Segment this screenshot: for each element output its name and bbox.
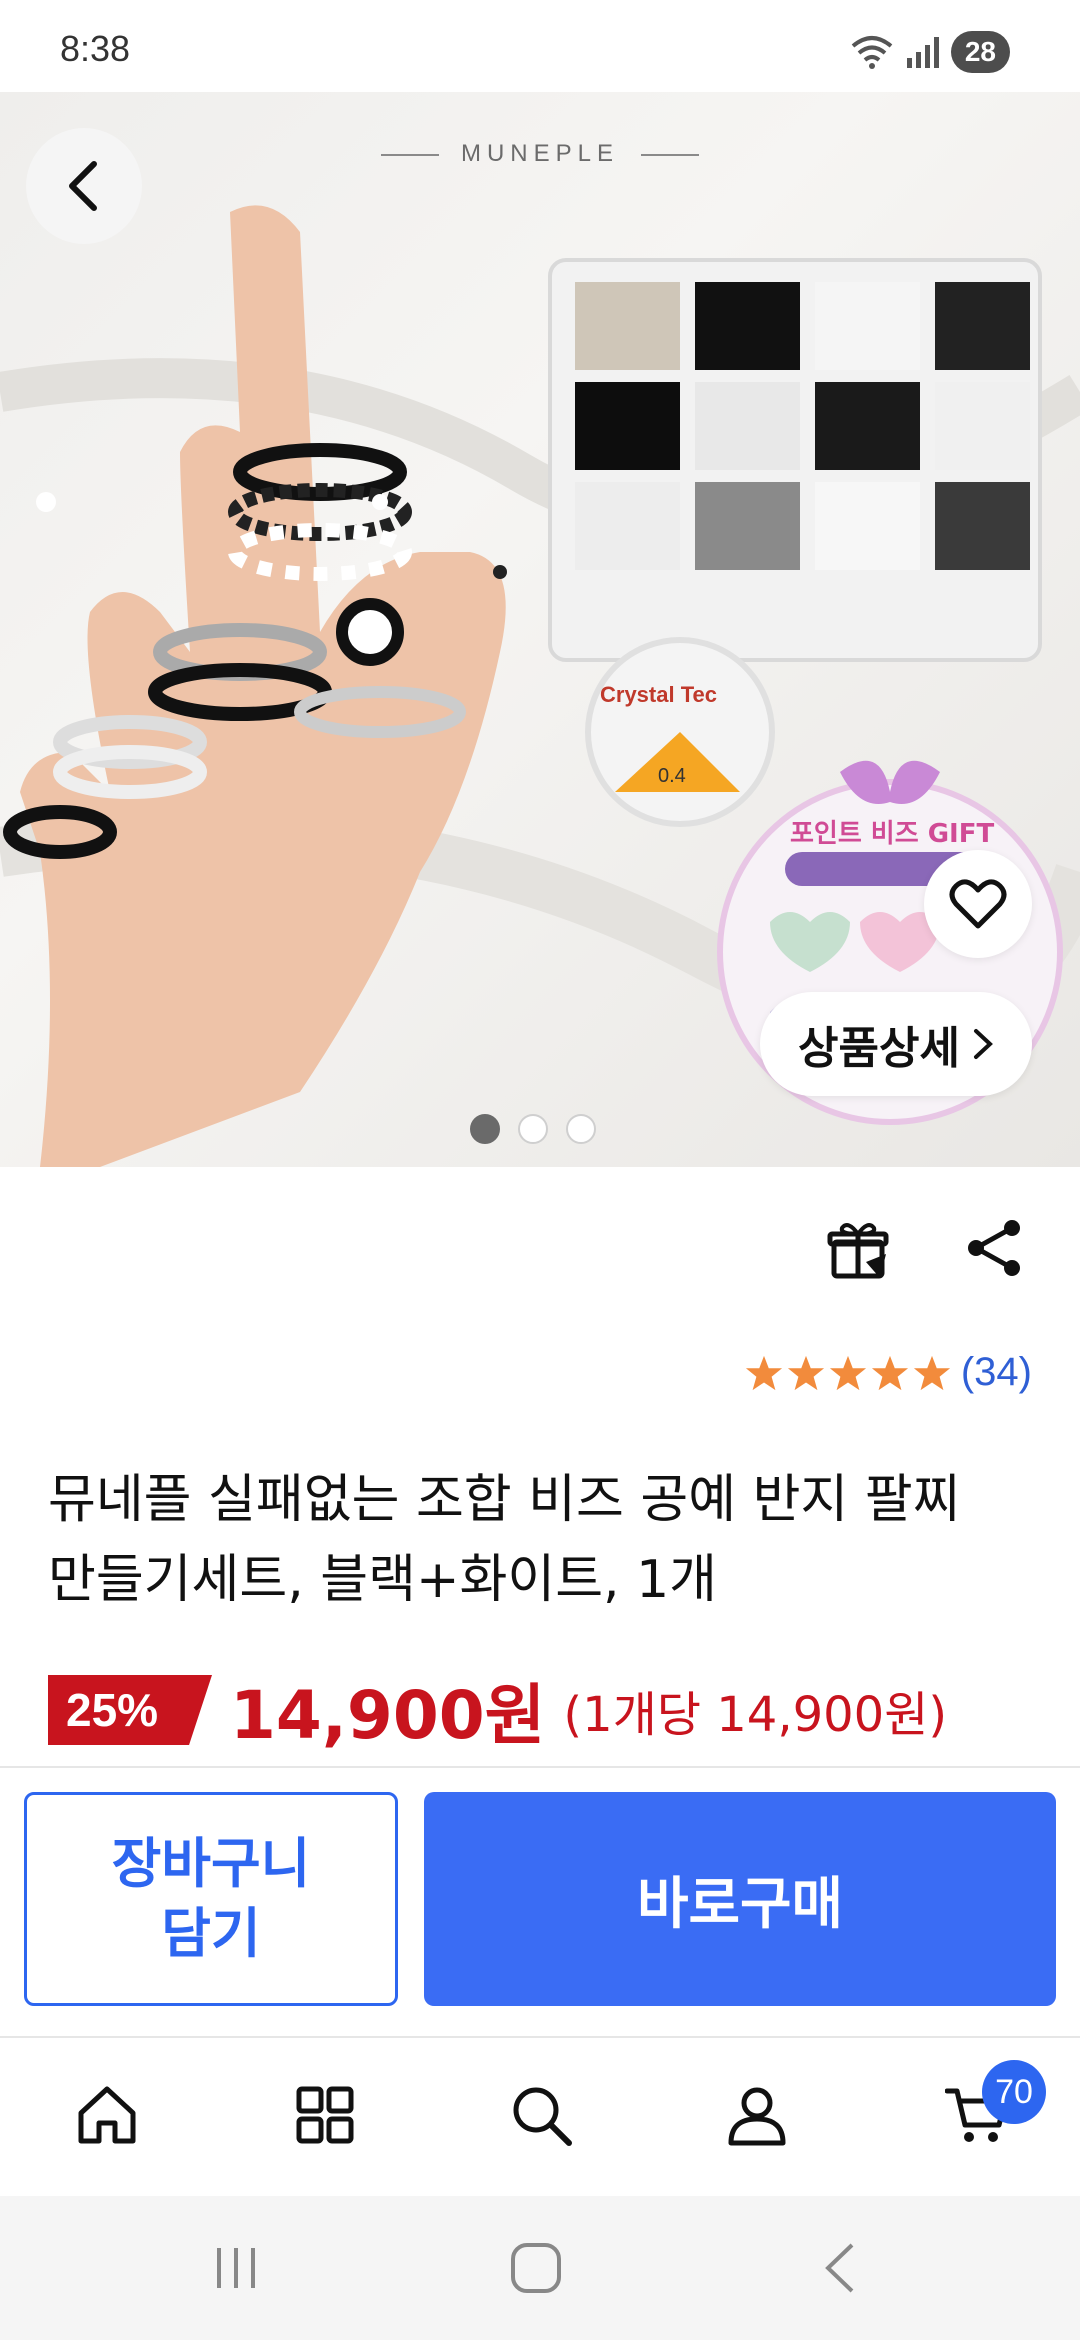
star-icon <box>871 1355 908 1390</box>
product-title-line: 만들기세트, 블랙+화이트, 1개 <box>48 1550 718 1610</box>
carousel-dot[interactable] <box>470 1114 500 1144</box>
signal-icon <box>906 37 939 68</box>
buy-now-button[interactable]: 바로구매 <box>424 1792 1056 2006</box>
status-icons: 28 <box>849 30 1010 74</box>
sale-price: 14,900원 <box>230 1677 546 1754</box>
nav-home[interactable] <box>62 2070 152 2160</box>
svg-text:Crystal Tec: Crystal Tec <box>600 682 717 707</box>
brand-watermark: MUNEPLE <box>0 140 1080 168</box>
product-title-line: 뮤네플 실패없는 조합 비즈 공예 반지 팔찌 <box>48 1470 961 1530</box>
nav-search[interactable] <box>496 2070 586 2160</box>
status-time: 8:38 <box>60 28 131 69</box>
nav-category[interactable] <box>280 2070 370 2160</box>
back-button[interactable] <box>26 128 142 244</box>
product-detail-button[interactable]: 상품상세 <box>760 992 1032 1096</box>
gift-icon[interactable] <box>826 1218 890 1282</box>
home-system-icon <box>511 2243 561 2293</box>
status-bar: 8:38 28 <box>0 0 1080 92</box>
add-to-cart-label-line: 담기 <box>161 1902 261 1965</box>
nav-my-page[interactable] <box>712 2070 802 2160</box>
review-count-link[interactable]: (34) <box>961 1350 1032 1395</box>
star-icon <box>913 1355 950 1390</box>
product-image-carousel[interactable]: Crystal Tec 0.4 포인트 비즈 GIFT MUNEPLE 상품상세 <box>0 92 1080 1167</box>
add-to-cart-button[interactable]: 장바구니 담기 <box>24 1792 398 2006</box>
category-icon <box>296 2086 354 2144</box>
recent-apps-button[interactable] <box>196 2236 276 2300</box>
divider <box>0 1766 1080 1768</box>
add-to-cart-label: 장바구니 담기 <box>112 1829 311 1969</box>
back-system-button[interactable] <box>800 2236 880 2300</box>
carousel-indicator <box>470 1114 596 1144</box>
product-action-row <box>0 1198 1080 1298</box>
star-icon <box>829 1355 866 1390</box>
wishlist-button[interactable] <box>924 850 1032 958</box>
battery-indicator: 28 <box>950 31 1010 73</box>
product-rating[interactable]: (34) <box>745 1350 1032 1395</box>
wifi-icon <box>851 36 893 69</box>
recent-apps-icon <box>217 2248 255 2288</box>
svg-text:0.4: 0.4 <box>658 765 686 787</box>
chevron-right-icon <box>973 1029 993 1059</box>
svg-text:포인트 비즈 GIFT: 포인트 비즈 GIFT <box>790 819 994 849</box>
unit-price: (1개당 14,900원) <box>563 1687 948 1743</box>
home-system-button[interactable] <box>496 2236 576 2300</box>
back-system-icon <box>825 2243 854 2293</box>
home-icon <box>78 2086 136 2144</box>
share-icon[interactable] <box>962 1216 1026 1280</box>
product-title: 뮤네플 실패없는 조합 비즈 공예 반지 팔찌 만들기세트, 블랙+화이트, 1… <box>48 1460 1038 1620</box>
product-detail-label: 상품상세 <box>798 1023 960 1074</box>
carousel-dot[interactable] <box>518 1114 548 1144</box>
star-icon <box>787 1355 824 1390</box>
add-to-cart-label-line: 장바구니 <box>111 1832 311 1895</box>
carousel-dot[interactable] <box>566 1114 596 1144</box>
price-row: 25% 14,900원 (1개당 14,900원) <box>48 1670 948 1754</box>
rating-stars <box>745 1354 951 1392</box>
user-icon <box>728 2087 786 2146</box>
chevron-left-icon <box>69 161 97 211</box>
discount-badge: 25% <box>48 1675 212 1745</box>
search-icon <box>513 2087 572 2146</box>
bottom-navigation: 70 <box>0 2040 1080 2196</box>
cart-count-badge: 70 <box>982 2060 1046 2124</box>
system-navigation-bar <box>0 2196 1080 2340</box>
divider <box>0 2036 1080 2038</box>
star-icon <box>745 1355 782 1390</box>
heart-icon <box>949 879 1007 929</box>
